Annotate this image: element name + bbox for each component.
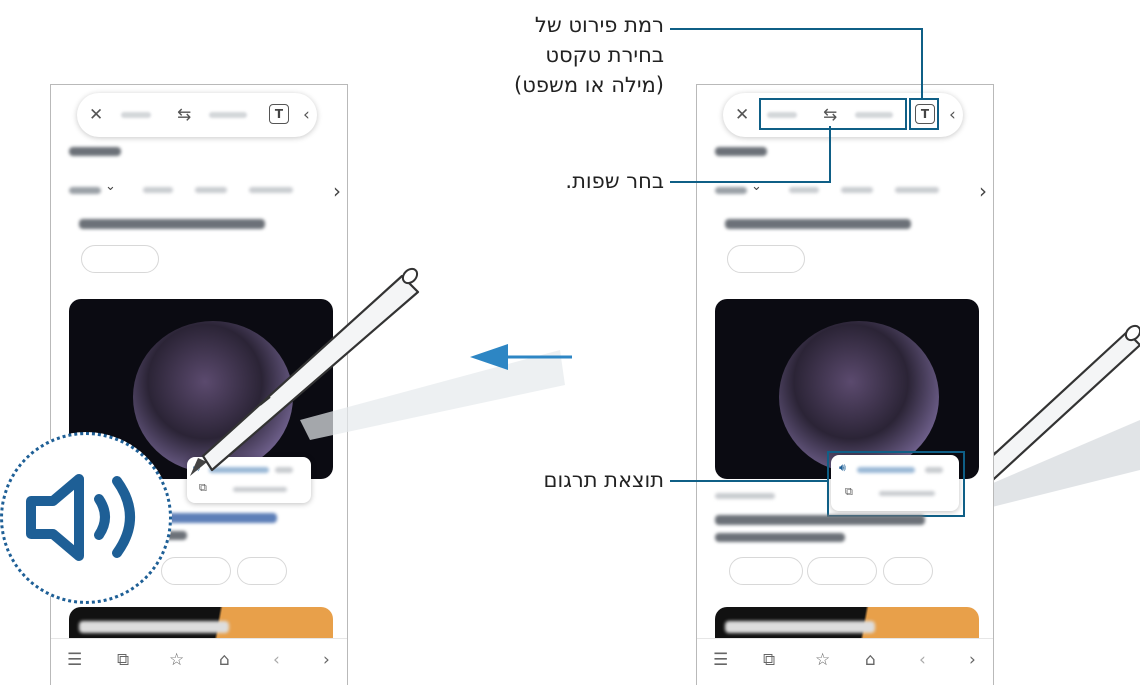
home-icon[interactable]: ⌂ [219,650,230,670]
tab-item[interactable] [895,187,939,193]
leader-line [670,28,923,30]
leader-line [670,181,830,183]
tag-chip[interactable] [729,557,803,585]
word-type [275,467,293,473]
source-language[interactable] [121,112,151,118]
language-selection-highlight [759,98,907,130]
chevron-left-icon[interactable]: ‹ [303,102,310,128]
scroll-right-icon[interactable]: › [979,179,987,203]
speaker-icon [26,474,135,561]
back-icon[interactable]: ‹ [273,650,280,670]
target-language[interactable] [209,112,247,118]
text-mode-highlight [909,98,939,130]
promo-title [725,621,875,633]
callout-translation-result: תוצאת תרגום [543,468,664,492]
forward-icon[interactable]: › [969,650,976,670]
chevron-left-icon[interactable]: ‹ [949,102,956,128]
promo-title [79,621,229,633]
category-text [715,493,775,499]
translation-popup: 🔊︎ ⧉ [187,457,311,503]
close-icon[interactable]: ✕ [735,102,749,128]
page-heading [715,147,767,156]
callout-text-level: רמת פירוט של בחירת טקסט (מילה או משפט) [514,13,664,97]
text-mode-icon[interactable]: T [269,104,289,124]
article-title [725,219,911,229]
tab-item[interactable] [195,187,227,193]
copy-icon[interactable]: ⧉ [199,481,207,495]
tab-item[interactable] [249,187,293,193]
tag-chip[interactable] [883,557,933,585]
close-icon[interactable]: ✕ [89,102,103,128]
scroll-right-icon[interactable]: › [333,179,341,203]
bookmark-icon[interactable]: ☆ [815,650,830,670]
tab-item[interactable] [143,187,173,193]
translate-toolbar: ✕ ⇆ T ‹ [77,93,317,137]
tag-chip[interactable] [161,557,231,585]
browser-navbar: ☰ ⧉ ☆ ⌂ ‹ › [697,638,993,685]
speaker-magnified [0,432,172,604]
sentence-line [715,533,845,542]
chevron-down-icon[interactable]: ⌄ [105,179,116,194]
tag-chip[interactable] [237,557,287,585]
sentence-line [715,515,925,525]
leader-line [921,28,923,98]
translation-result-highlight [827,451,965,517]
browser-navbar: ☰ ⧉ ☆ ⌂ ‹ › [51,638,347,685]
tab-stories[interactable] [69,187,101,194]
page-heading [69,147,121,156]
menu-icon[interactable]: ☰ [67,650,82,670]
bookmark-icon[interactable]: ☆ [169,650,184,670]
translated-word [209,467,269,473]
menu-icon[interactable]: ☰ [713,650,728,670]
home-icon[interactable]: ⌂ [865,650,876,670]
tab-item[interactable] [841,187,873,193]
callout-select-languages: בחר שפות. [565,169,664,193]
tab-item[interactable] [789,187,819,193]
pronunciation [233,487,287,492]
tag-chip[interactable] [81,245,159,273]
arrow-head [470,344,508,370]
tabs-icon[interactable]: ⧉ [117,650,129,670]
phone-screen-before: ✕ ⇆ T ‹ ⌄ › 🔊︎ ⧉ ☰ ⧉ ☆ ⌂ ‹ › [696,84,994,685]
tabs-icon[interactable]: ⧉ [763,650,775,670]
speaker-icon[interactable]: 🔊︎ [193,461,200,475]
tag-chip[interactable] [727,245,805,273]
article-title [79,219,265,229]
leader-line [829,126,831,183]
tag-chip[interactable] [807,557,877,585]
back-icon[interactable]: ‹ [919,650,926,670]
tab-stories[interactable] [715,187,747,194]
swap-languages-icon[interactable]: ⇆ [177,102,191,128]
forward-icon[interactable]: › [323,650,330,670]
leader-line [670,480,828,482]
